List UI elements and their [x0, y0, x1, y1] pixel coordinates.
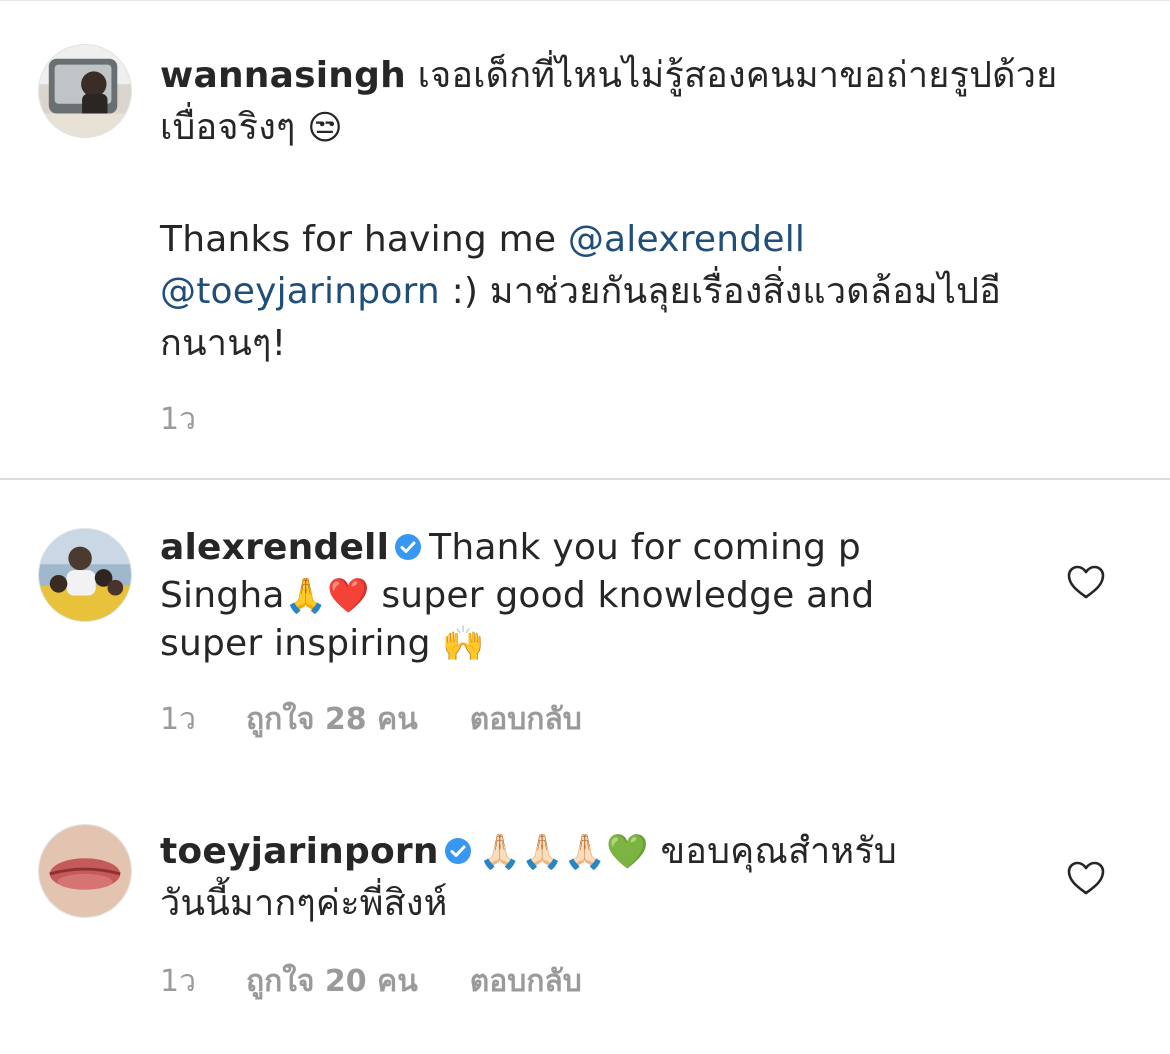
reply-button[interactable]: ตอบกลับ	[470, 964, 582, 999]
comment-line2-start: Singha	[160, 575, 285, 616]
verified-badge-icon	[443, 836, 473, 866]
comment-line1: Thank you for coming p	[429, 527, 861, 568]
like-comment-heart-icon[interactable]	[1066, 860, 1106, 896]
avatar-wannasingh[interactable]	[38, 44, 132, 138]
pray-emoji: 🙏	[284, 576, 328, 616]
likes-count[interactable]: ถูกใจ 28 คน	[246, 702, 418, 737]
verified-badge-icon	[393, 532, 423, 562]
red-heart-emoji: ❤️	[327, 576, 370, 616]
top-separator	[0, 0, 1170, 1]
caption-line2: เบื่อจริงๆ	[160, 107, 296, 148]
caption-thanks-text: Thanks for having me	[160, 219, 568, 260]
comment-timestamp: 1ว	[160, 402, 196, 437]
raising-hands-emoji: 🙌	[442, 624, 485, 664]
username-wannasingh[interactable]: wannasingh	[160, 55, 406, 96]
emoji-group: 🙏🏻🙏🏻🙏🏻💚	[478, 832, 649, 872]
mention-toeyjarinporn[interactable]: @toeyjarinporn	[160, 271, 440, 312]
comment-text-toeyjarinporn: toeyjarinporn 🙏🏻🙏🏻🙏🏻💚 ขอบคุณสำหรับ วันนี้…	[160, 826, 1040, 930]
reply-button[interactable]: ตอบกลับ	[470, 702, 582, 737]
caption-meta: 1ว	[160, 396, 246, 443]
username-toeyjarinporn[interactable]: toeyjarinporn	[160, 831, 439, 872]
comment-timestamp: 1ว	[160, 964, 196, 999]
comment-line2-end: super good knowledge and	[369, 575, 875, 616]
caption-divider	[0, 478, 1170, 480]
comment-line1: ขอบคุณสำหรับ	[648, 831, 897, 872]
like-comment-heart-icon[interactable]	[1066, 564, 1106, 600]
comment-text-alexrendell: alexrendell Thank you for coming p Singha…	[160, 524, 1040, 668]
mention-alexrendell[interactable]: @alexrendell	[568, 219, 805, 260]
avatar-alexrendell[interactable]	[38, 528, 132, 622]
caption-text: wannasingh เจอเด็กที่ไหนไม่รู้สองคนมาขอถ…	[160, 50, 1140, 370]
caption-thai-line: :) มาช่วยกันลุยเรื่องสิ่งแวดล้อมไปอี	[439, 271, 1002, 312]
username-alexrendell[interactable]: alexrendell	[160, 527, 389, 568]
unamused-emoji: 😒	[307, 108, 343, 148]
avatar-toeyjarinporn[interactable]	[38, 824, 132, 918]
comment-line2: วันนี้มากๆค่ะพี่สิงห์	[160, 883, 448, 924]
comment-meta-toeyjarinporn: 1ว ถูกใจ 20 คน ตอบกลับ	[160, 958, 582, 1005]
caption-thai-line-end: กนานๆ!	[160, 323, 287, 364]
caption-line1: เจอเด็กที่ไหนไม่รู้สองคนมาขอถ่ายรูปด้วย	[417, 55, 1058, 96]
comment-line3: super inspiring	[160, 623, 443, 664]
likes-count[interactable]: ถูกใจ 20 คน	[246, 964, 418, 999]
comment-meta-alexrendell: 1ว ถูกใจ 28 คน ตอบกลับ	[160, 696, 582, 743]
comment-timestamp: 1ว	[160, 702, 196, 737]
